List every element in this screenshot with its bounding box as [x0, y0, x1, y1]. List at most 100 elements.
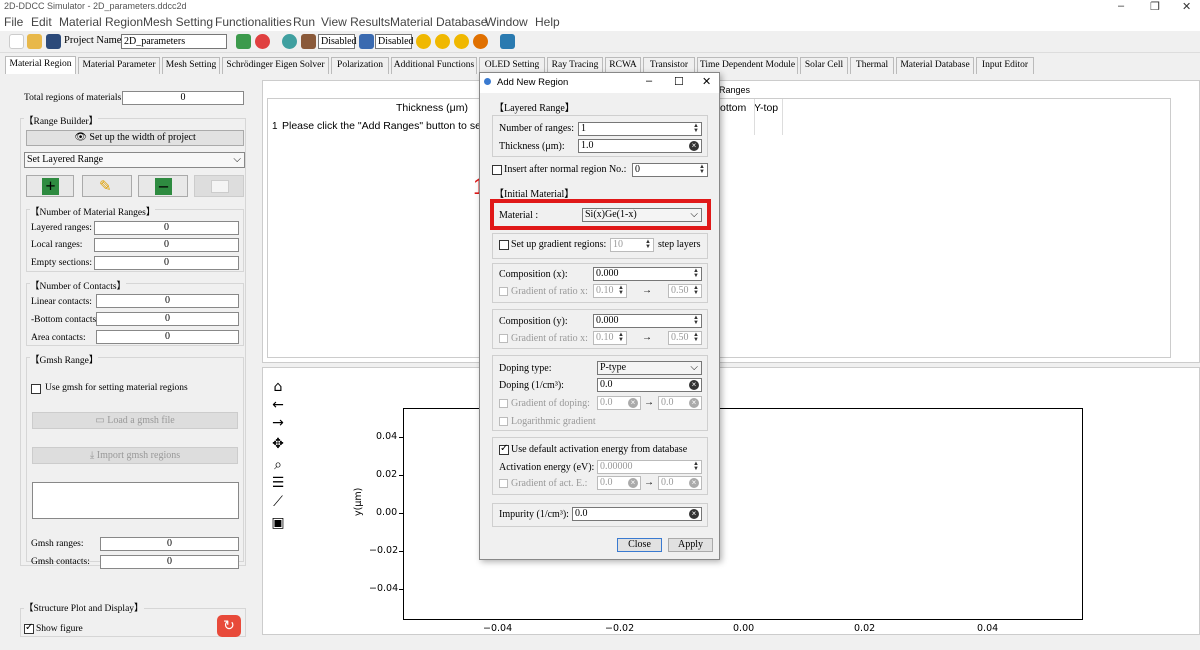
gradient-x-to[interactable]: 0.50 ▲ ▼ [668, 284, 702, 298]
menu-functionalities[interactable]: Functionalities [215, 15, 292, 29]
spin-arrows-icon: ▲ ▼ [645, 239, 651, 250]
clear-icon[interactable]: × [628, 478, 638, 488]
clear-icon[interactable]: × [689, 141, 699, 151]
tab-material-parameter[interactable]: Material Parameter [78, 57, 160, 74]
tab-material-region[interactable]: Material Region [5, 56, 76, 74]
setup-width-button[interactable]: 👁 Set up the width of project [26, 130, 244, 146]
gradient-steps-spinbox[interactable]: 10 ▲ ▼ [610, 238, 654, 252]
menu-window[interactable]: Window [485, 15, 528, 29]
run-next-icon[interactable] [435, 34, 450, 49]
chart-icon[interactable] [500, 34, 515, 49]
use-default-act-checkbox[interactable] [499, 443, 509, 455]
reset-icon[interactable] [255, 34, 270, 49]
menu-mesh-setting[interactable]: Mesh Setting [143, 15, 213, 29]
act-energy-spinbox[interactable]: 0.00000 ▲ ▼ [597, 460, 702, 474]
refresh-icon[interactable] [236, 34, 251, 49]
zoom-icon[interactable]: ⌕ [270, 457, 286, 473]
composition-y-spinbox[interactable]: 0.000 ▲ ▼ [593, 314, 702, 328]
gradient-act-checkbox[interactable] [499, 479, 508, 488]
mesh-icon[interactable] [282, 34, 297, 49]
home-icon[interactable]: ⌂ [270, 379, 286, 395]
menu-material-database[interactable]: Material Database [390, 15, 487, 29]
folder-button[interactable] [194, 175, 244, 197]
clear-icon[interactable]: × [689, 398, 699, 408]
apply-button[interactable]: Apply [668, 538, 713, 552]
impurity-input[interactable]: 0.0 × [572, 507, 702, 521]
menu-help[interactable]: Help [535, 15, 560, 29]
gradient-doping-from[interactable]: 0.0 × [597, 396, 641, 410]
save-figure-icon[interactable]: ▣ [270, 515, 286, 531]
menu-material-region[interactable]: Material Region [59, 15, 143, 29]
clear-icon[interactable]: × [628, 398, 638, 408]
insert-after-checkbox[interactable] [492, 165, 502, 175]
dialog-minimize-icon[interactable]: – [646, 75, 652, 87]
gradient-doping-checkbox[interactable] [499, 399, 508, 408]
col-y-top[interactable]: Y-top [754, 102, 778, 114]
project-name-input[interactable]: 2D_parameters [121, 34, 227, 49]
back-arrow-icon[interactable]: ← [270, 397, 286, 413]
import-gmsh-button[interactable]: ⤓ Import gmsh regions [32, 447, 238, 464]
edit-range-button[interactable]: ✎ [82, 175, 132, 197]
add-range-button[interactable]: + [26, 175, 74, 197]
tab-input-editor[interactable]: Input Editor [976, 57, 1034, 74]
restore-button[interactable]: ❐ [1150, 0, 1160, 13]
gmsh-list[interactable] [32, 482, 239, 519]
log-gradient-checkbox[interactable] [499, 417, 508, 426]
tab-schrodinger[interactable]: Schrödinger Eigen Solver [222, 57, 329, 74]
menu-view-results[interactable]: View Results [321, 15, 390, 29]
gradient-x-from[interactable]: 0.10 ▲ ▼ [593, 284, 627, 298]
range-type-select[interactable]: Set Layered Range ⌵ [24, 152, 245, 168]
gradient-y-from[interactable]: 0.10 ▲ ▼ [593, 331, 627, 345]
material-select[interactable]: Si(x)Ge(1-x) ⌵ [582, 208, 702, 222]
tab-additional-functions[interactable]: Additional Functions [391, 57, 477, 74]
menu-edit[interactable]: Edit [31, 15, 52, 29]
doping-type-select[interactable]: P-type ⌵ [597, 361, 702, 375]
clear-icon[interactable]: × [689, 380, 699, 390]
refresh-plot-icon[interactable]: ↻ [217, 615, 241, 637]
insert-after-spinbox[interactable]: 0 ▲ ▼ [632, 163, 708, 177]
tab-solar-cell[interactable]: Solar Cell [800, 57, 848, 74]
grid-icon[interactable] [301, 34, 316, 49]
gradient-doping-to[interactable]: 0.0 × [658, 396, 702, 410]
tab-polarization[interactable]: Polarization [331, 57, 389, 74]
composition-x-spinbox[interactable]: 0.000 ▲ ▼ [593, 267, 702, 281]
close-window-button[interactable]: ✕ [1182, 0, 1191, 13]
save-icon[interactable] [46, 34, 61, 49]
gradient-checkbox[interactable] [499, 240, 509, 250]
forward-arrow-icon[interactable]: → [270, 415, 286, 431]
doping-input[interactable]: 0.0 × [597, 378, 702, 392]
tab-thermal[interactable]: Thermal [850, 57, 894, 74]
menu-run[interactable]: Run [293, 15, 315, 29]
clear-icon[interactable]: × [689, 478, 699, 488]
thickness-input[interactable]: 1.0 × [578, 139, 702, 153]
gradient-y-checkbox[interactable] [499, 334, 508, 343]
minimize-button[interactable]: – [1118, 0, 1124, 12]
pan-icon[interactable]: ✥ [270, 436, 286, 452]
show-figure-checkbox[interactable] [24, 622, 34, 634]
menu-file[interactable]: File [4, 15, 23, 29]
col-y-bottom[interactable]: ottom [720, 102, 746, 114]
run-icon[interactable] [416, 34, 431, 49]
num-ranges-spinbox[interactable]: 1 ▲ ▼ [578, 122, 702, 136]
new-file-icon[interactable] [9, 34, 24, 49]
clear-icon[interactable]: × [689, 509, 699, 519]
run-all-icon[interactable] [454, 34, 469, 49]
edit-axis-icon[interactable]: ⟋ [270, 494, 286, 510]
dialog-close-icon[interactable]: ✕ [702, 75, 711, 88]
gradient-act-from[interactable]: 0.0 × [597, 476, 641, 490]
remove-range-button[interactable]: – [138, 175, 188, 197]
use-gmsh-checkbox[interactable] [31, 384, 41, 394]
configure-subplots-icon[interactable]: ☰ [270, 475, 286, 491]
gradient-y-to[interactable]: 0.50 ▲ ▼ [668, 331, 702, 345]
tab-material-database[interactable]: Material Database [896, 57, 974, 74]
list-icon[interactable] [359, 34, 374, 49]
load-gmsh-button[interactable]: ▭ Load a gmsh file [32, 412, 238, 429]
gradient-act-to[interactable]: 0.0 × [658, 476, 702, 490]
open-folder-icon[interactable] [27, 34, 42, 49]
gradient-x-checkbox[interactable] [499, 287, 508, 296]
tab-mesh-setting[interactable]: Mesh Setting [162, 57, 220, 74]
dialog-maximize-icon[interactable]: ☐ [674, 75, 684, 88]
close-button[interactable]: Close [617, 538, 662, 552]
col-thickness[interactable]: Thickness (μm) [396, 102, 468, 114]
stop-icon[interactable] [473, 34, 488, 49]
